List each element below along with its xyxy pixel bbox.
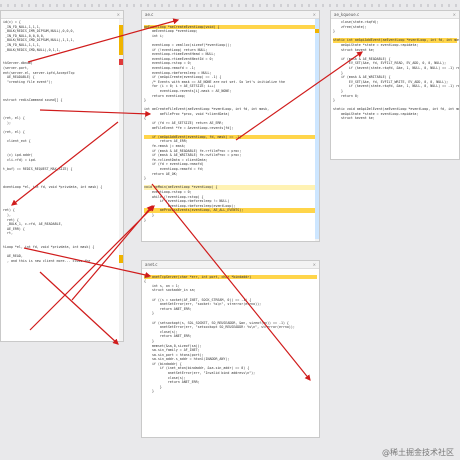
arrow-line xyxy=(29,205,155,331)
watermark-caption: @稀土掘金技术社区 xyxy=(382,448,454,458)
connection-arrows xyxy=(11,18,363,381)
arrow-line xyxy=(235,51,363,141)
arrow-line xyxy=(39,109,152,117)
arrow-line xyxy=(11,121,119,206)
arrow-line xyxy=(27,18,180,63)
arrow-line xyxy=(23,247,152,278)
arrow-line xyxy=(151,183,311,381)
